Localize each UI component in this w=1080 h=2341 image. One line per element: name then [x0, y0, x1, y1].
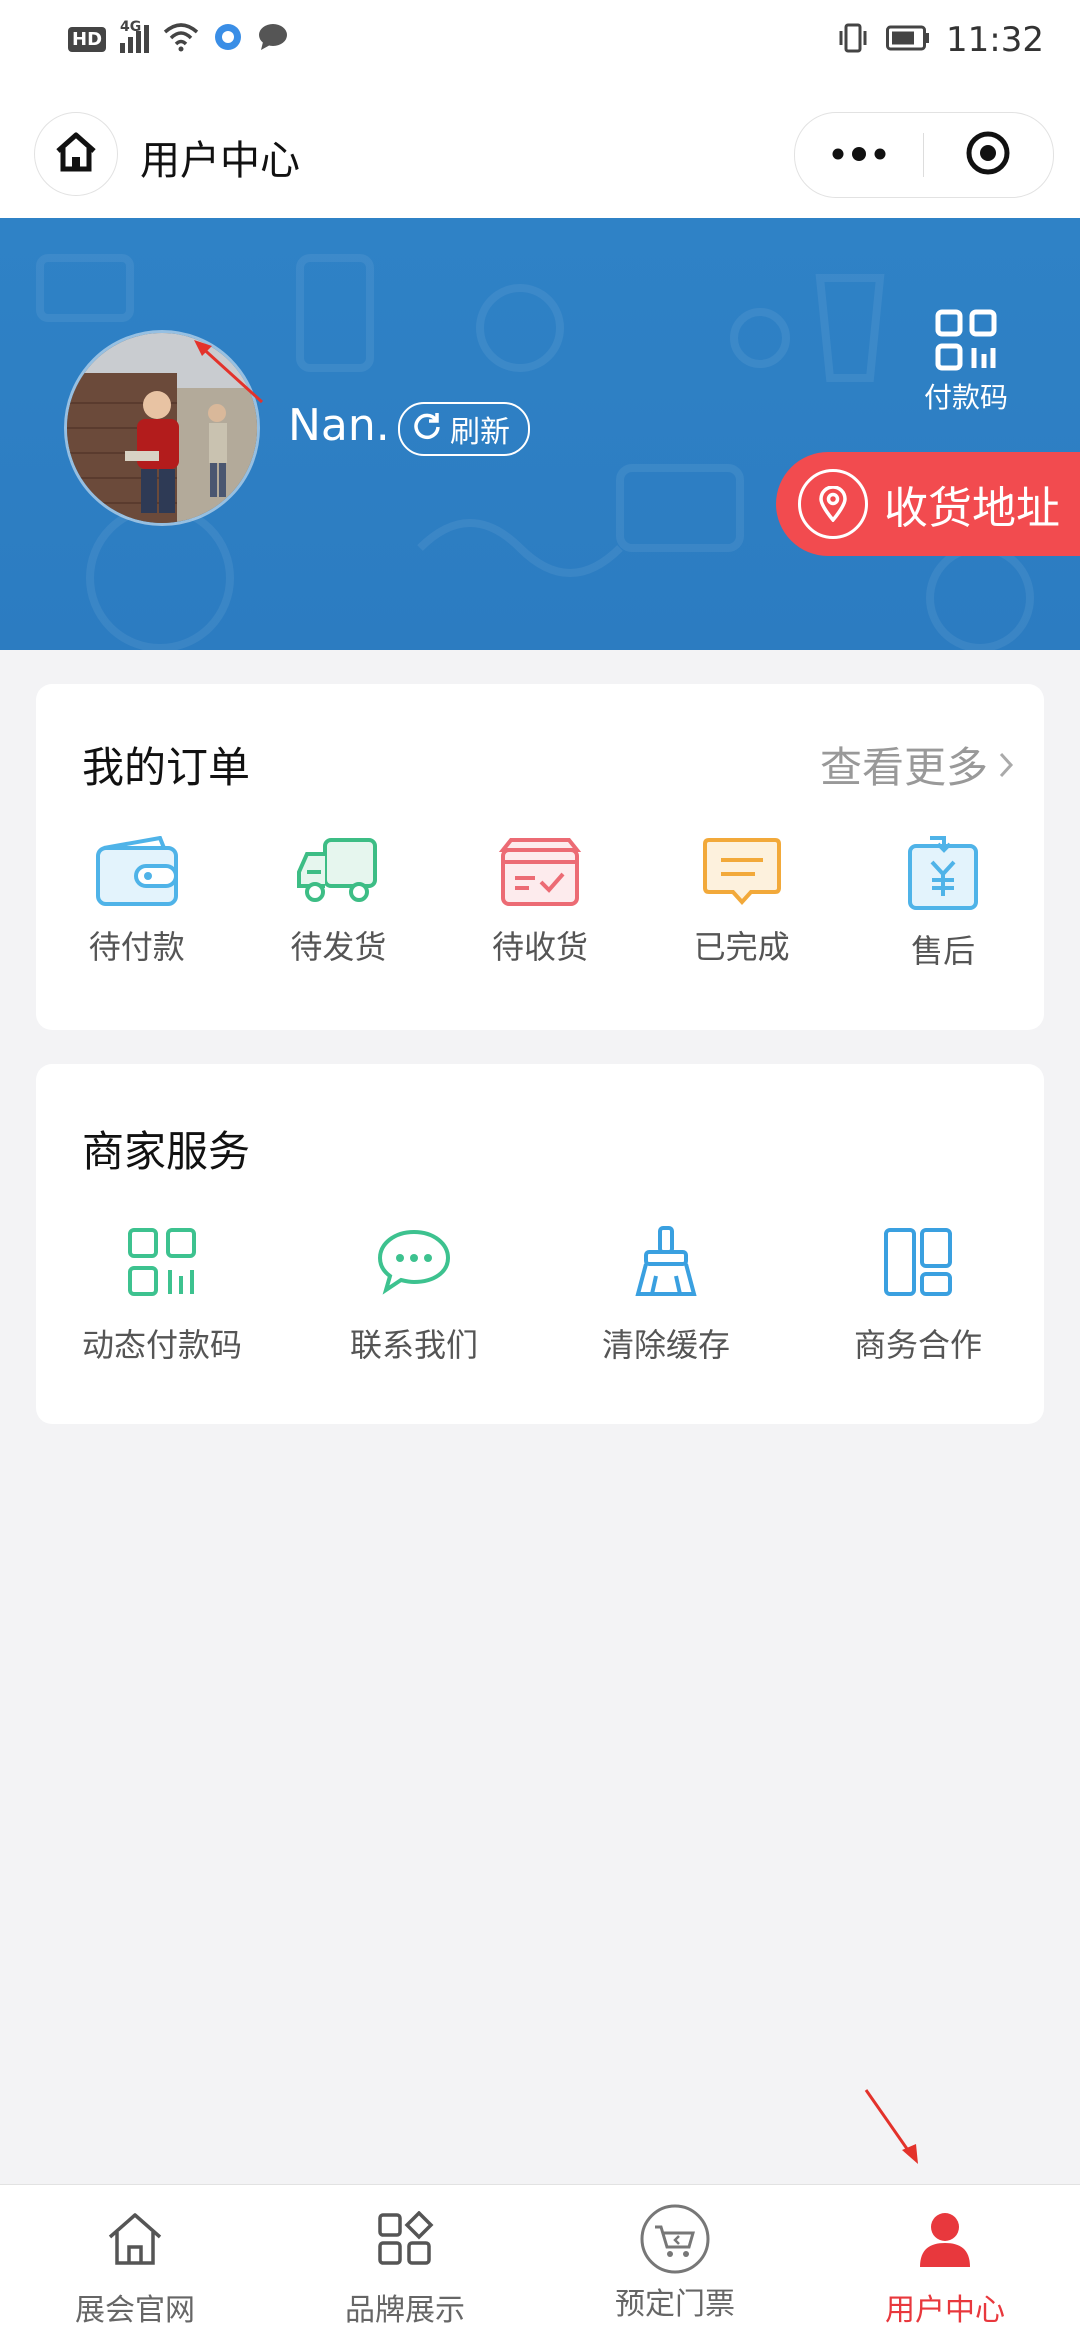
hd-icon: HD: [68, 26, 107, 52]
tab-user-center[interactable]: 用户中心: [810, 2185, 1080, 2341]
close-mini-program-button[interactable]: [924, 113, 1052, 197]
order-item-pending-receipt[interactable]: 待收货: [439, 836, 641, 972]
chat-bubble-icon: [257, 22, 289, 56]
qr-code-icon: [916, 308, 1016, 376]
orders-card: 我的订单 查看更多 待付款 待发货 待收货 已完成 售后: [36, 684, 1044, 1030]
order-item-label: 待收货: [491, 928, 588, 966]
order-item-after-sales[interactable]: 售后: [842, 836, 1044, 972]
wallet-icon: [94, 835, 180, 912]
order-item-completed[interactable]: 已完成: [641, 836, 843, 972]
status-left-icons: HD 4G: [68, 19, 289, 56]
network-type-label: 4G: [120, 19, 142, 35]
yuan-refund-icon: [900, 836, 986, 916]
target-circle-icon: [964, 129, 1012, 181]
signal-4g-icon: 4G: [120, 19, 150, 53]
home-icon: [106, 2211, 164, 2271]
tab-label: 用户中心: [885, 2293, 1005, 2328]
tab-expo-home[interactable]: 展会官网: [0, 2185, 270, 2341]
broom-icon: [630, 1226, 702, 1302]
home-button[interactable]: [34, 112, 118, 196]
title-bar: 用户中心: [0, 90, 1080, 219]
message-done-icon: [699, 836, 785, 912]
service-label: 清除缓存: [601, 1326, 730, 1364]
services-row: 动态付款码 联系我们 清除缓存 商务合作: [36, 1226, 1044, 1366]
bottom-tab-bar: 展会官网 品牌展示 预定门票 用户中心: [0, 2184, 1080, 2341]
cart-icon: [639, 2204, 711, 2279]
grid-apps-icon: [376, 2210, 434, 2271]
service-dynamic-pay-code[interactable]: 动态付款码: [36, 1226, 288, 1366]
battery-icon: [886, 25, 930, 55]
more-dots-icon: [831, 146, 887, 165]
view-more-orders-link[interactable]: 查看更多: [820, 734, 1014, 795]
status-right-icons: 11:32: [836, 20, 1044, 60]
annotation-arrow-avatar: [194, 340, 264, 404]
box-check-icon: [497, 836, 583, 912]
user-icon: [916, 2211, 974, 2271]
order-item-pending-payment[interactable]: 待付款: [36, 835, 238, 972]
layout-panels-icon: [882, 1226, 954, 1302]
order-item-label: 待付款: [88, 928, 185, 966]
qr-code-icon: [126, 1226, 198, 1302]
order-status-row: 待付款 待发货 待收货 已完成 售后: [36, 835, 1044, 972]
orders-title: 我的订单: [82, 743, 251, 792]
services-title: 商家服务: [82, 1127, 251, 1176]
chat-icon: [376, 1226, 452, 1302]
shipping-address-button[interactable]: 收货地址: [776, 452, 1080, 556]
page-title: 用户中心: [140, 138, 300, 184]
service-business-cooperation[interactable]: 商务合作: [792, 1226, 1044, 1366]
pay-code-label: 付款码: [923, 381, 1008, 414]
username: Nan.: [288, 400, 390, 451]
mini-program-capsule: [794, 112, 1054, 198]
location-pin-icon: [798, 469, 868, 539]
status-time: 11:32: [946, 20, 1044, 60]
more-menu-button[interactable]: [795, 113, 923, 197]
service-label: 动态付款码: [81, 1326, 242, 1364]
truck-icon: [295, 836, 381, 912]
order-item-label: 待发货: [290, 928, 387, 966]
home-icon: [54, 131, 98, 177]
status-bar: HD 4G 11:32: [0, 0, 1080, 90]
refresh-icon: [412, 410, 442, 448]
service-label: 联系我们: [349, 1326, 478, 1364]
tab-book-tickets[interactable]: 预定门票: [540, 2185, 810, 2341]
order-item-label: 售后: [911, 932, 976, 970]
chevron-right-icon: [998, 740, 1014, 789]
vibrate-icon: [836, 21, 870, 59]
tab-label: 预定门票: [615, 2287, 735, 2322]
order-item-pending-shipment[interactable]: 待发货: [238, 836, 440, 972]
annotation-arrow-tab: [864, 2089, 918, 2164]
view-more-label: 查看更多: [819, 743, 988, 792]
refresh-label: 刷新: [450, 415, 510, 450]
wifi-icon: [163, 22, 199, 56]
tab-brand-showcase[interactable]: 品牌展示: [270, 2185, 540, 2341]
order-item-label: 已完成: [693, 928, 790, 966]
service-label: 商务合作: [853, 1326, 982, 1364]
shipping-address-label: 收货地址: [884, 483, 1060, 534]
service-contact-us[interactable]: 联系我们: [288, 1226, 540, 1366]
services-card: 商家服务 动态付款码 联系我们 清除缓存 商务合作: [36, 1064, 1044, 1424]
tab-label: 品牌展示: [345, 2293, 465, 2328]
pay-code-button[interactable]: 付款码: [916, 308, 1016, 416]
app-notification-icon: [213, 22, 243, 56]
profile-banner: Nan. 刷新 付款码 收货地址: [0, 218, 1080, 650]
service-clear-cache[interactable]: 清除缓存: [540, 1226, 792, 1366]
tab-label: 展会官网: [75, 2293, 195, 2328]
refresh-button[interactable]: 刷新: [398, 402, 530, 456]
